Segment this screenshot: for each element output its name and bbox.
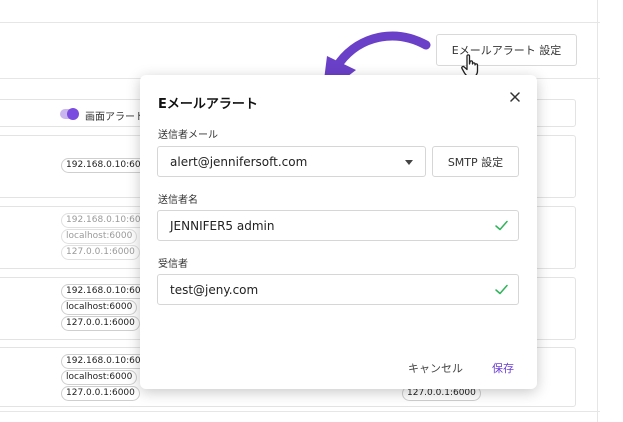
cancel-button[interactable]: キャンセル [408, 360, 463, 376]
recipient-label: 受信者 [158, 259, 188, 270]
sender-name-input[interactable]: JENNIFER5 admin [157, 210, 519, 241]
sender-name-label: 送信者名 [158, 195, 198, 206]
sender-email-select[interactable]: alert@jennifersoft.com [157, 146, 426, 177]
close-icon [510, 92, 520, 102]
smtp-settings-button[interactable]: SMTP 設定 [432, 146, 519, 177]
sender-email-label: 送信者メール [158, 130, 218, 141]
check-icon [495, 220, 508, 231]
recipient-value: test@jeny.com [170, 282, 259, 297]
email-alert-dialog: Eメールアラート 送信者メール alert@jennifersoft.com S… [140, 75, 537, 389]
chevron-down-icon [405, 160, 413, 165]
sender-name-value: JENNIFER5 admin [170, 218, 275, 233]
recipient-input[interactable]: test@jeny.com [157, 274, 519, 305]
save-button[interactable]: 保存 [492, 360, 514, 376]
close-button[interactable] [506, 88, 524, 106]
check-icon [495, 284, 508, 295]
dialog-title: Eメールアラート [158, 97, 258, 112]
sender-email-value: alert@jennifersoft.com [170, 154, 308, 169]
